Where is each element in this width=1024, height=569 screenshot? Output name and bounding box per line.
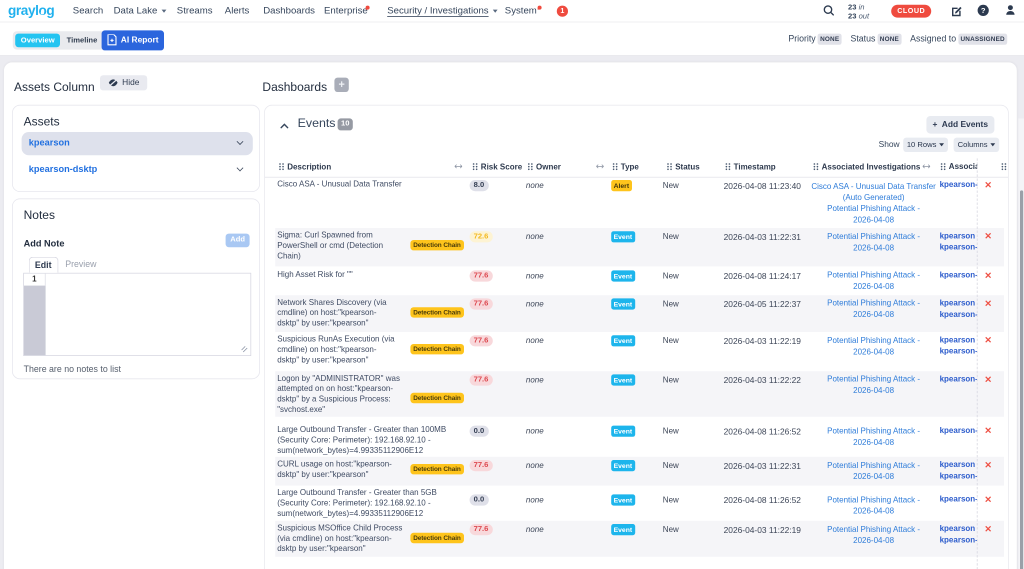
svg-text:?: ? [981,6,986,15]
